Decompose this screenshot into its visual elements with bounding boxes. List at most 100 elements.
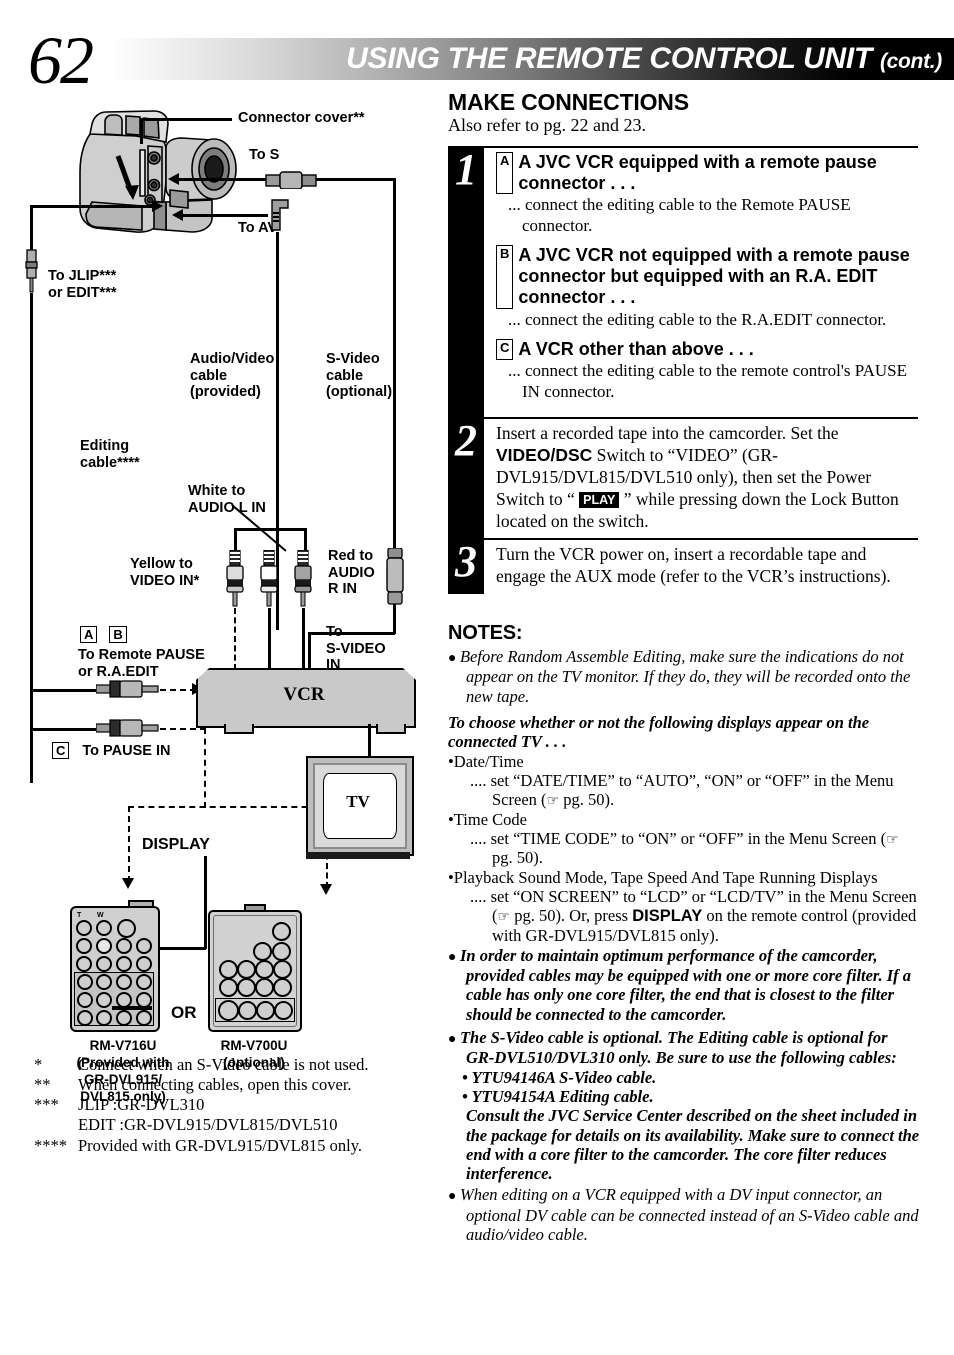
remote2-button[interactable] xyxy=(255,978,274,997)
display-item-2-detail: .... set “ON SCREEN” to “LCD” or “LCD/TV… xyxy=(448,887,920,946)
tv-label: TV xyxy=(346,792,370,811)
option-b-heading: B A JVC VCR not equipped with a remote p… xyxy=(496,244,918,309)
footnotes: * Connect when an S-Video cable is not u… xyxy=(34,1055,444,1156)
section-title: MAKE CONNECTIONS xyxy=(448,89,689,115)
section-subtitle: Also refer to pg. 22 and 23. xyxy=(448,115,646,136)
line-s-right xyxy=(316,178,396,181)
note-dv-text: When editing on a VCR equipped with a DV… xyxy=(459,1185,919,1245)
label-av-cable: Audio/Video cable (provided) xyxy=(190,351,275,401)
vcr-label: VCR xyxy=(283,684,325,705)
label-yellow-to: Yellow to VIDEO IN* xyxy=(130,556,200,589)
remote1-button[interactable] xyxy=(76,938,92,954)
label-connector-cover: Connector cover** xyxy=(238,110,365,126)
play-badge: PLAY xyxy=(579,491,620,508)
remote2-button[interactable] xyxy=(237,960,256,979)
pointing-hand-icon: ☞ xyxy=(886,831,899,848)
remote1-button[interactable] xyxy=(77,974,93,990)
remote1-button[interactable] xyxy=(136,1010,152,1026)
footnote-text: JLIP :GR-DVL310 xyxy=(78,1095,205,1115)
remote1-button[interactable] xyxy=(116,956,132,972)
bullet-dot: ● xyxy=(448,651,460,666)
step-body: A A JVC VCR equipped with a remote pause… xyxy=(484,145,918,417)
cable-list-item: • YTU94154A Editing cable. xyxy=(462,1086,654,1106)
option-a-heading: A A JVC VCR equipped with a remote pause… xyxy=(496,151,918,195)
remote2-button[interactable] xyxy=(255,960,274,979)
display-item-1-detail-text: .... set “TIME CODE” to “ON” or “OFF” in… xyxy=(470,828,887,848)
bullet-dot: ● xyxy=(448,1031,460,1047)
remote1-button[interactable] xyxy=(96,956,112,972)
remote1-button[interactable] xyxy=(77,1010,93,1026)
remote1-button[interactable] xyxy=(96,974,112,990)
remote2-button[interactable] xyxy=(273,960,292,979)
display-item-1-detail: .... set “TIME CODE” to “ON” or “OFF” in… xyxy=(448,829,920,868)
rca-plug-white xyxy=(260,550,278,607)
remote1-button[interactable] xyxy=(96,992,112,1008)
display-item-1-detail-end: pg. 50). xyxy=(492,848,543,868)
bullet-dot: ● xyxy=(448,949,460,965)
svideo-connector-icon xyxy=(386,548,404,605)
remote2-button[interactable] xyxy=(218,1000,239,1021)
bullet-dot: ● xyxy=(448,1189,460,1205)
remote1-button[interactable] xyxy=(77,992,93,1008)
step-number: 3 xyxy=(448,538,484,595)
remote1-button[interactable] xyxy=(76,920,92,936)
display-item-label: •Playback Sound Mode, Tape Speed And Tap… xyxy=(448,867,878,887)
display-item-2-detail-end: pg. 50). Or, press xyxy=(510,906,633,926)
footnote-text: EDIT :GR-DVL915/DVL815/DVL510 xyxy=(78,1115,338,1135)
footnote-text: Connect when an S-Video cable is not use… xyxy=(78,1055,369,1074)
option-c-body: ... connect the editing cable to the rem… xyxy=(508,361,908,401)
steps-list: 1 A A JVC VCR equipped with a remote pau… xyxy=(448,145,918,595)
display-item-0-detail-text: .... set “DATE/TIME” to “AUTO”, “ON” or … xyxy=(470,770,894,810)
line-to-av xyxy=(182,214,268,217)
remote2-button[interactable] xyxy=(274,1001,293,1020)
remote1-button[interactable] xyxy=(136,938,152,954)
option-tag-c: C xyxy=(496,339,514,361)
remote2-button[interactable] xyxy=(253,942,272,961)
option-a-body: ... connect the editing cable to the Rem… xyxy=(508,195,851,235)
line-jlip-down xyxy=(30,205,33,253)
note-svideo-text: The S-Video cable is optional. The Editi… xyxy=(459,1027,897,1068)
remote1-button[interactable] xyxy=(96,1010,112,1026)
step-1: 1 A A JVC VCR equipped with a remote pau… xyxy=(448,145,918,418)
remote2-button[interactable] xyxy=(237,978,256,997)
remote1-button[interactable] xyxy=(117,919,136,938)
line-edit-a-dash xyxy=(160,689,196,691)
rca-plug-yellow xyxy=(226,550,244,607)
notes-section: NOTES: ● Before Random Assemble Editing,… xyxy=(448,622,920,1251)
note-core-filter-text: In order to maintain optimum performance… xyxy=(459,945,911,1024)
remote-rm-v700u[interactable] xyxy=(208,910,302,1032)
remote2-button[interactable] xyxy=(238,1001,257,1020)
remote2-button[interactable] xyxy=(272,922,291,941)
remote1-button[interactable] xyxy=(96,920,112,936)
arrow-to-av xyxy=(172,209,183,221)
instructions-column: MAKE CONNECTIONS Also refer to pg. 22 an… xyxy=(448,89,918,595)
step-number: 2 xyxy=(448,417,484,539)
step2-p1: Insert a recorded tape into the camcorde… xyxy=(496,423,839,444)
option-c-text: A VCR other than above . . . xyxy=(518,339,754,360)
line-to-jlip xyxy=(30,205,155,208)
remote2-button[interactable] xyxy=(219,978,238,997)
label-red-to: Red to AUDIO R IN xyxy=(328,548,375,598)
remote1-button[interactable] xyxy=(76,956,92,972)
remote2-button[interactable] xyxy=(219,960,238,979)
remote2-button[interactable] xyxy=(272,942,291,961)
remote1-label-w: W xyxy=(97,912,104,919)
note-svideo: ● The S-Video cable is optional. The Edi… xyxy=(448,1028,920,1068)
remote2-button[interactable] xyxy=(256,1001,275,1020)
remote2-button[interactable] xyxy=(273,978,292,997)
remote1-button[interactable] xyxy=(136,956,152,972)
step-2: 2 Insert a recorded tape into the camcor… xyxy=(448,417,918,539)
line-c-branch xyxy=(128,806,328,808)
remote1-button[interactable] xyxy=(116,938,132,954)
notes-heading: NOTES: xyxy=(448,622,523,644)
remote1-display-button[interactable] xyxy=(96,938,112,954)
remote1-button[interactable] xyxy=(116,974,132,990)
remote1-button[interactable] xyxy=(116,1010,132,1026)
display-item-0-label: Date/Time xyxy=(453,751,524,771)
line-edit-c xyxy=(30,728,98,731)
remote-rm-v716u[interactable]: T W xyxy=(70,906,160,1032)
remote1-button[interactable] xyxy=(136,974,152,990)
page-header: 62 USING THE REMOTE CONTROL UNIT (cont.) xyxy=(0,26,954,94)
label-to-remote-pause: To Remote PAUSE or R.A.EDIT xyxy=(78,647,205,680)
step-3-text: Turn the VCR power on, insert a recordab… xyxy=(496,544,891,587)
